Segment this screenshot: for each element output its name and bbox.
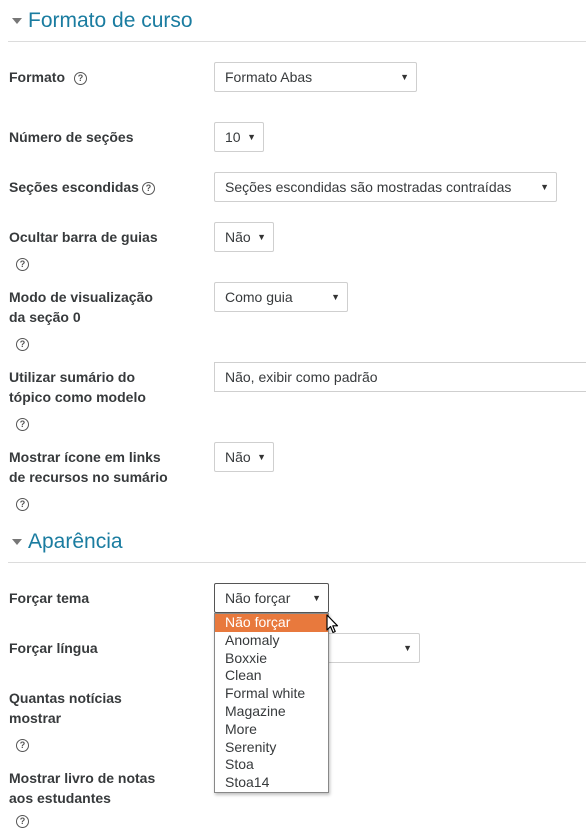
label-line: tópico como modelo [9,389,146,405]
help-icon[interactable]: ? [74,72,87,85]
dropdown-arrow-icon: ▼ [257,452,266,462]
show-grades-label: Mostrar livro de notas aos estudantes [9,768,155,808]
section-header-course-format[interactable]: Formato de curso [12,9,193,33]
label-line: mostrar [9,710,62,726]
section0-mode-label: Modo de visualização da seção 0 [9,287,153,327]
hide-tabbar-select[interactable]: Não ▼ [214,222,274,252]
section-header-appearance[interactable]: Aparência [12,530,123,554]
hidden-sections-select[interactable]: Seções escondidas são mostradas contraíd… [214,172,557,202]
format-select[interactable]: Formato Abas ▼ [214,62,417,92]
force-theme-select[interactable]: Não forçar ▼ [214,583,329,613]
theme-option[interactable]: Boxxie [215,650,328,668]
label-line: Utilizar sumário do [9,369,136,385]
hide-tabbar-value: Não [225,229,251,245]
show-icon-label: Mostrar ícone em links de recursos no su… [9,447,168,487]
dropdown-arrow-icon: ▼ [247,132,256,142]
hidden-sections-label: Seções escondidas [9,179,139,195]
label-line: de recursos no sumário [9,469,168,485]
label-line: Mostrar livro de notas [9,770,156,786]
label-line: da seção 0 [9,309,81,325]
force-language-label: Forçar língua [9,640,98,656]
theme-dropdown-list[interactable]: Não forçar Anomaly Boxxie Clean Formal white… [214,613,329,793]
num-sections-label: Número de seções [9,129,134,145]
help-icon[interactable]: ? [16,739,29,752]
section-divider [8,41,586,42]
topic-summary-label: Utilizar sumário do tópico como modelo [9,367,146,407]
section-title: Formato de curso [28,9,193,32]
news-items-label: Quantas notícias mostrar [9,688,122,728]
show-icon-select[interactable]: Não ▼ [214,442,274,472]
theme-option[interactable]: Anomaly [215,632,328,650]
label-line: Mostrar ícone em links [9,449,161,465]
section-divider [8,562,586,563]
mouse-cursor-icon [326,614,339,634]
dropdown-arrow-icon: ▼ [331,292,340,302]
help-icon[interactable]: ? [142,182,155,195]
dropdown-arrow-icon: ▼ [312,593,321,603]
label-line: aos estudantes [9,790,111,806]
section0-mode-select[interactable]: Como guia ▼ [214,282,348,312]
force-theme-label: Forçar tema [9,590,90,606]
theme-option[interactable]: More [215,721,328,739]
collapse-triangle-icon [12,18,22,24]
format-label: Formato [9,69,65,85]
help-icon[interactable]: ? [16,338,29,351]
help-icon[interactable]: ? [16,498,29,511]
section-title: Aparência [28,530,123,553]
theme-option[interactable]: Serenity [215,739,328,757]
help-icon[interactable]: ? [16,258,29,271]
theme-option[interactable]: Stoa14 [215,774,328,792]
theme-option[interactable]: Stoa [215,756,328,774]
num-sections-value: 10 [225,129,241,145]
collapse-triangle-icon [12,539,22,545]
dropdown-arrow-icon: ▼ [540,182,549,192]
dropdown-arrow-icon: ▼ [257,232,266,242]
theme-option[interactable]: Formal white [215,685,328,703]
format-select-value: Formato Abas [225,69,313,85]
force-theme-value: Não forçar [225,590,291,606]
theme-option[interactable]: Não forçar [215,614,328,632]
topic-summary-value: Não, exibir como padrão [225,369,378,385]
dropdown-arrow-icon: ▼ [403,643,412,653]
show-icon-value: Não [225,449,251,465]
num-sections-select[interactable]: 10 ▼ [214,122,264,152]
label-line: Modo de visualização [9,289,153,305]
dropdown-arrow-icon: ▼ [400,72,409,82]
hide-tabbar-label: Ocultar barra de guias [9,229,158,245]
theme-option[interactable]: Magazine [215,703,328,721]
hidden-sections-value: Seções escondidas são mostradas contraíd… [225,179,512,195]
theme-option[interactable]: Clean [215,667,328,685]
topic-summary-select[interactable]: Não, exibir como padrão [214,362,586,392]
label-line: Quantas notícias [9,690,122,706]
help-icon[interactable]: ? [16,418,29,431]
section0-mode-value: Como guia [225,289,293,305]
